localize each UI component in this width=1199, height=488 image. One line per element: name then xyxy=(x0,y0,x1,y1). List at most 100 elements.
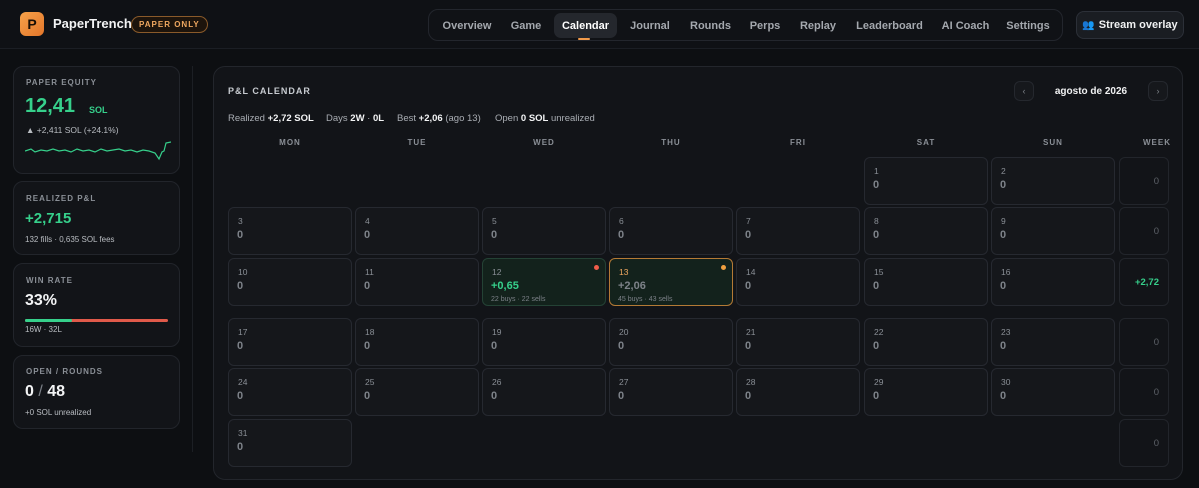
day-cell-21[interactable]: 21 0 xyxy=(736,318,860,366)
summary-open: Open 0 SOL unrealized xyxy=(495,113,595,124)
day-pnl: 0 xyxy=(237,390,244,402)
prev-month-button[interactable]: ‹ xyxy=(1014,81,1034,101)
day-pnl: 0 xyxy=(1000,280,1007,292)
day-number: 20 xyxy=(619,327,629,337)
equity-change-text: +2,411 SOL (+24.1%) xyxy=(36,125,119,135)
tab-leaderboard[interactable]: Leaderboard xyxy=(849,13,930,38)
day-number: 9 xyxy=(1001,216,1006,226)
up-arrow-icon: ▲ xyxy=(26,125,35,135)
chevron-left-icon: ‹ xyxy=(1022,86,1026,96)
stream-overlay-button[interactable]: 👥 Stream overlay xyxy=(1076,11,1184,39)
paper-only-badge: PAPER ONLY xyxy=(131,16,208,33)
tab-perps[interactable]: Perps xyxy=(743,13,787,38)
day-cell-12[interactable]: 12 +0,65 22 buys · 22 sells xyxy=(482,258,606,306)
day-number: 19 xyxy=(492,327,502,337)
day-cell-30[interactable]: 30 0 xyxy=(991,368,1115,416)
day-cell-13[interactable]: 13 +2,06 45 buys · 43 sells xyxy=(609,258,733,306)
tab-journal[interactable]: Journal xyxy=(622,13,678,38)
equity-value: 12,41 xyxy=(25,95,76,117)
day-pnl: 0 xyxy=(618,390,625,402)
day-number: 7 xyxy=(746,216,751,226)
chevron-right-icon: › xyxy=(1156,86,1160,96)
tab-replay[interactable]: Replay xyxy=(792,13,844,38)
day-cell-15[interactable]: 15 0 xyxy=(864,258,988,306)
day-number: 28 xyxy=(746,377,756,387)
app-logo[interactable]: P xyxy=(20,12,44,36)
win-rate-bar xyxy=(25,319,168,322)
brand-name: PaperTrench xyxy=(53,16,132,31)
day-cell-26[interactable]: 26 0 xyxy=(482,368,606,416)
month-label: agosto de 2026 xyxy=(1054,86,1128,97)
equity-card: PAPER EQUITY 12,41 SOL ▲ +2,411 SOL (+24… xyxy=(13,66,180,174)
equity-sparkline xyxy=(25,141,171,161)
tab-settings[interactable]: Settings xyxy=(1001,13,1055,38)
day-pnl: 0 xyxy=(873,390,880,402)
summary-open-label: Open xyxy=(495,113,519,124)
realized-pnl-card: REALIZED P&L +2,715 132 fills · 0,635 SO… xyxy=(13,181,180,255)
weekday-header-tue: TUE xyxy=(407,138,427,147)
day-pnl: 0 xyxy=(364,280,371,292)
top-bar: P PaperTrench PAPER ONLY Overview Game Cal… xyxy=(0,0,1199,49)
calendar-title: P&L CALENDAR xyxy=(228,86,311,96)
day-cell-28[interactable]: 28 0 xyxy=(736,368,860,416)
day-cell-27[interactable]: 27 0 xyxy=(609,368,733,416)
day-number: 23 xyxy=(1001,327,1011,337)
tab-rounds[interactable]: Rounds xyxy=(683,13,738,38)
summary-realized-value: +2,72 SOL xyxy=(267,113,314,124)
day-pnl: 0 xyxy=(745,390,752,402)
day-cell-9[interactable]: 90 xyxy=(991,207,1115,255)
week-total: 0 xyxy=(1119,157,1169,205)
summary-days: Days 2W · 0L xyxy=(326,113,384,124)
day-cell-29[interactable]: 29 0 xyxy=(864,368,988,416)
tab-calendar[interactable]: Calendar xyxy=(554,13,617,38)
day-cell-24[interactable]: 24 0 xyxy=(228,368,352,416)
summary-open-value: 0 SOL xyxy=(520,113,549,124)
win-rate-card: WIN RATE 33% 16W · 32L xyxy=(13,263,180,347)
day-pnl: +0,65 xyxy=(491,280,519,292)
day-cell-2[interactable]: 20 xyxy=(991,157,1115,205)
realized-value: +2,715 xyxy=(25,210,72,227)
day-number: 3 xyxy=(238,216,243,226)
day-cell-7[interactable]: 70 xyxy=(736,207,860,255)
day-cell-25[interactable]: 25 0 xyxy=(355,368,479,416)
day-cell-31[interactable]: 31 0 xyxy=(228,419,352,467)
day-cell-22[interactable]: 22 0 xyxy=(864,318,988,366)
day-cell-23[interactable]: 23 0 xyxy=(991,318,1115,366)
day-number: 16 xyxy=(1001,267,1011,277)
day-number: 17 xyxy=(238,327,248,337)
day-cell-4[interactable]: 40 xyxy=(355,207,479,255)
day-cell-6[interactable]: 60 xyxy=(609,207,733,255)
day-cell-3[interactable]: 30 xyxy=(228,207,352,255)
next-month-button[interactable]: › xyxy=(1148,81,1168,101)
day-pnl: 0 xyxy=(873,280,880,292)
day-cell-11[interactable]: 11 0 xyxy=(355,258,479,306)
day-cell-18[interactable]: 18 0 xyxy=(355,318,479,366)
day-cell-16[interactable]: 16 0 xyxy=(991,258,1115,306)
win-rate-detail: 16W · 32L xyxy=(25,325,62,334)
day-number: 27 xyxy=(619,377,629,387)
tab-ai-coach[interactable]: AI Coach xyxy=(935,13,996,38)
day-cell-20[interactable]: 20 0 xyxy=(609,318,733,366)
week-total: +2,72 xyxy=(1119,258,1169,306)
rounds-count: 48 xyxy=(47,383,66,400)
day-cell-10[interactable]: 10 0 xyxy=(228,258,352,306)
day-cell-8[interactable]: 80 xyxy=(864,207,988,255)
tab-game[interactable]: Game xyxy=(503,13,549,38)
day-pnl: 0 xyxy=(618,340,625,352)
equity-label: PAPER EQUITY xyxy=(26,78,97,87)
summary-days-label: Days xyxy=(326,113,348,124)
day-number: 6 xyxy=(619,216,624,226)
day-cell-19[interactable]: 19 0 xyxy=(482,318,606,366)
day-number: 10 xyxy=(238,267,248,277)
day-pnl: 0 xyxy=(618,229,625,241)
day-cell-1[interactable]: 10 xyxy=(864,157,988,205)
tab-overview[interactable]: Overview xyxy=(436,13,498,38)
weekday-header-fri: FRI xyxy=(790,138,806,147)
day-cell-14[interactable]: 14 0 xyxy=(736,258,860,306)
day-cell-5[interactable]: 50 xyxy=(482,207,606,255)
weekday-header-thu: THU xyxy=(661,138,681,147)
sidebar-divider xyxy=(192,66,193,452)
day-pnl: 0 xyxy=(745,280,752,292)
day-pnl: 0 xyxy=(1000,229,1007,241)
day-cell-17[interactable]: 17 0 xyxy=(228,318,352,366)
